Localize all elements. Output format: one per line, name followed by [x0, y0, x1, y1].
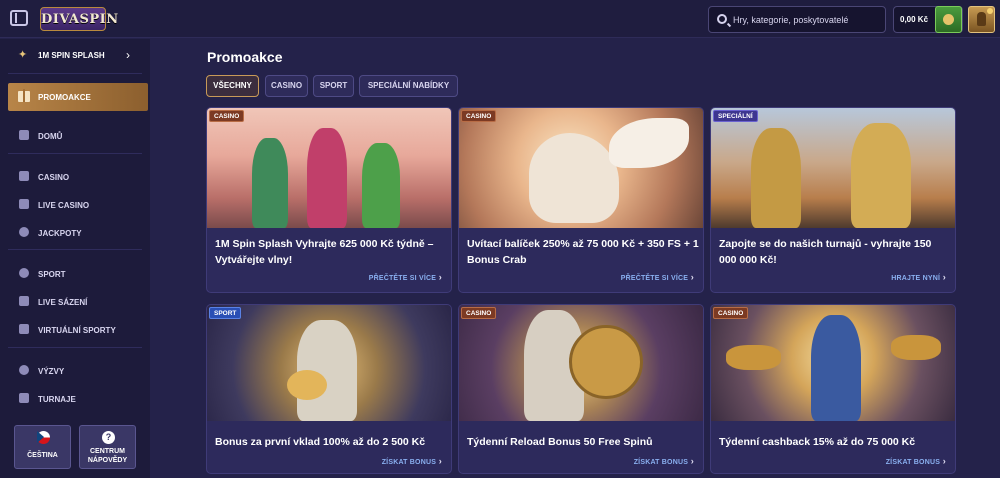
divider [8, 347, 142, 348]
cards-icon [19, 199, 29, 209]
sidebar-item-virtual-sports[interactable]: VIRTUÁLNÍ SPORTY [8, 320, 142, 340]
sidebar-item-label: PROMOAKCE [38, 93, 91, 102]
sidebar-item-label: JACKPOTY [38, 229, 82, 238]
promo-card[interactable]: CASINO 1M Spin Splash Vyhrajte 625 000 K… [206, 107, 452, 293]
sidebar-item-jackpots[interactable]: JACKPOTY [8, 223, 142, 243]
read-more-link[interactable]: PŘEČTĚTE SI VÍCE [369, 272, 442, 282]
sidebar-item-label: 1M SPIN SPLASH [38, 51, 105, 60]
search-input[interactable] [733, 7, 883, 32]
promo-image-racing-goddesses [711, 108, 955, 228]
gift-icon [18, 89, 30, 102]
sidebar-item-home[interactable]: DOMŮ [8, 126, 142, 146]
language-label: ČEŠTINA [27, 452, 58, 459]
promo-image-gold-coins-goddess [711, 305, 955, 421]
deposit-coin-icon[interactable] [935, 6, 962, 33]
tab-casino[interactable]: CASINO [265, 75, 308, 97]
promo-card[interactable]: CASINO Týdenní cashback 15% až do 75 000… [710, 304, 956, 474]
sidebar-item-label: TURNAJE [38, 395, 76, 404]
sidebar-item-promotions[interactable]: PROMOAKCE [8, 83, 148, 111]
promo-image-golden-goddess [207, 305, 451, 421]
promo-image-beach-ladies [207, 108, 451, 228]
category-badge: SPECIÁLNÍ [713, 110, 758, 122]
promo-title: 1M Spin Splash Vyhrajte 625 000 Kč týdně… [215, 238, 434, 266]
get-bonus-link[interactable]: ZÍSKAT BONUS [382, 456, 442, 466]
sidebar-item-label: LIVE CASINO [38, 201, 90, 210]
virtual-icon [19, 324, 29, 334]
search-box[interactable] [708, 6, 886, 33]
divider [8, 249, 142, 250]
palm-tree-icon: ✦ [18, 49, 28, 61]
promo-image-pegasus [459, 108, 703, 228]
sidebar-item-label: DOMŮ [38, 132, 63, 141]
promo-image-mon-thu-coin [459, 305, 703, 421]
promo-card[interactable]: SPECIÁLNÍ Zapojte se do našich turnajů -… [710, 107, 956, 293]
sidebar-item-label: CASINO [38, 173, 70, 182]
live-icon [19, 296, 29, 306]
category-badge: SPORT [209, 307, 242, 319]
home-icon [19, 130, 29, 140]
slot-machine-icon [19, 171, 29, 181]
promo-card[interactable]: CASINO Uvítací balíček 250% až 75 000 Kč… [458, 107, 704, 293]
chevron-right-icon: › [126, 48, 130, 62]
page-title: Promoakce [207, 49, 283, 65]
category-badge: CASINO [461, 307, 497, 319]
divider [8, 73, 142, 74]
sidebar-item-spin-splash[interactable]: ✦ 1M SPIN SPLASH › [8, 45, 138, 67]
balance-amount: 0,00 Kč [900, 15, 929, 24]
promo-title: Týdenní Reload Bonus 50 Free Spinů [467, 436, 653, 448]
get-bonus-link[interactable]: ZÍSKAT BONUS [634, 456, 694, 466]
divider [8, 153, 142, 154]
language-button[interactable]: ČEŠTINA [14, 425, 71, 469]
read-more-link[interactable]: PŘEČTĚTE SI VÍCE [621, 272, 694, 282]
sidebar-item-label: VÝZVY [38, 367, 65, 376]
get-bonus-link[interactable]: ZÍSKAT BONUS [886, 456, 946, 466]
help-center-button[interactable]: ? CENTRUM NÁPOVĚDY [79, 425, 136, 469]
category-badge: CASINO [209, 110, 245, 122]
trophy-icon [19, 393, 29, 403]
help-label-line2: NÁPOVĚDY [87, 457, 128, 464]
sidebar-item-label: VIRTUÁLNÍ SPORTY [38, 326, 116, 335]
notification-dot [987, 8, 993, 14]
sidebar-item-casino[interactable]: CASINO [8, 167, 142, 187]
jackpot-icon [19, 227, 29, 237]
tab-sport[interactable]: SPORT [313, 75, 354, 97]
ball-icon [19, 268, 29, 278]
play-now-link[interactable]: HRAJTE NYNÍ [891, 272, 946, 282]
category-badge: CASINO [713, 307, 749, 319]
sidebar-item-challenges[interactable]: VÝZVY [8, 361, 142, 381]
sidebar-item-label: LIVE SÁZENÍ [38, 298, 88, 307]
category-badge: CASINO [461, 110, 497, 122]
sidebar: ✦ 1M SPIN SPLASH › PROMOAKCE DOMŮ CASINO… [0, 39, 150, 478]
sidebar-item-label: SPORT [38, 270, 66, 279]
promo-title: Týdenní cashback 15% až do 75 000 Kč [719, 436, 916, 448]
user-avatar[interactable] [968, 6, 995, 33]
sidebar-toggle-icon[interactable] [10, 10, 28, 26]
search-icon [717, 14, 727, 24]
top-bar: DIVASPIN 0,00 Kč [0, 0, 1000, 38]
sidebar-item-tournaments[interactable]: TURNAJE [8, 389, 142, 409]
sidebar-item-live-betting[interactable]: LIVE SÁZENÍ [8, 292, 142, 312]
czech-flag-icon [37, 431, 50, 444]
tab-special-offers[interactable]: SPECIÁLNÍ NABÍDKY [359, 75, 458, 97]
help-icon: ? [102, 431, 115, 444]
promo-title: Uvítací balíček 250% až 75 000 Kč + 350 … [467, 238, 699, 266]
promo-title: Zapojte se do našich turnajů - vyhrajte … [719, 238, 932, 266]
challenge-icon [19, 365, 29, 375]
sidebar-item-sport[interactable]: SPORT [8, 264, 142, 284]
promo-card[interactable]: SPORT Bonus za první vklad 100% až do 2 … [206, 304, 452, 474]
promo-card[interactable]: CASINO Týdenní Reload Bonus 50 Free Spin… [458, 304, 704, 474]
help-label-line1: CENTRUM [90, 448, 125, 455]
promo-title: Bonus za první vklad 100% až do 2 500 Kč [215, 436, 426, 448]
logo[interactable]: DIVASPIN [40, 7, 118, 31]
tab-all[interactable]: VŠECHNY [206, 75, 259, 97]
sidebar-item-live-casino[interactable]: LIVE CASINO [8, 195, 142, 215]
